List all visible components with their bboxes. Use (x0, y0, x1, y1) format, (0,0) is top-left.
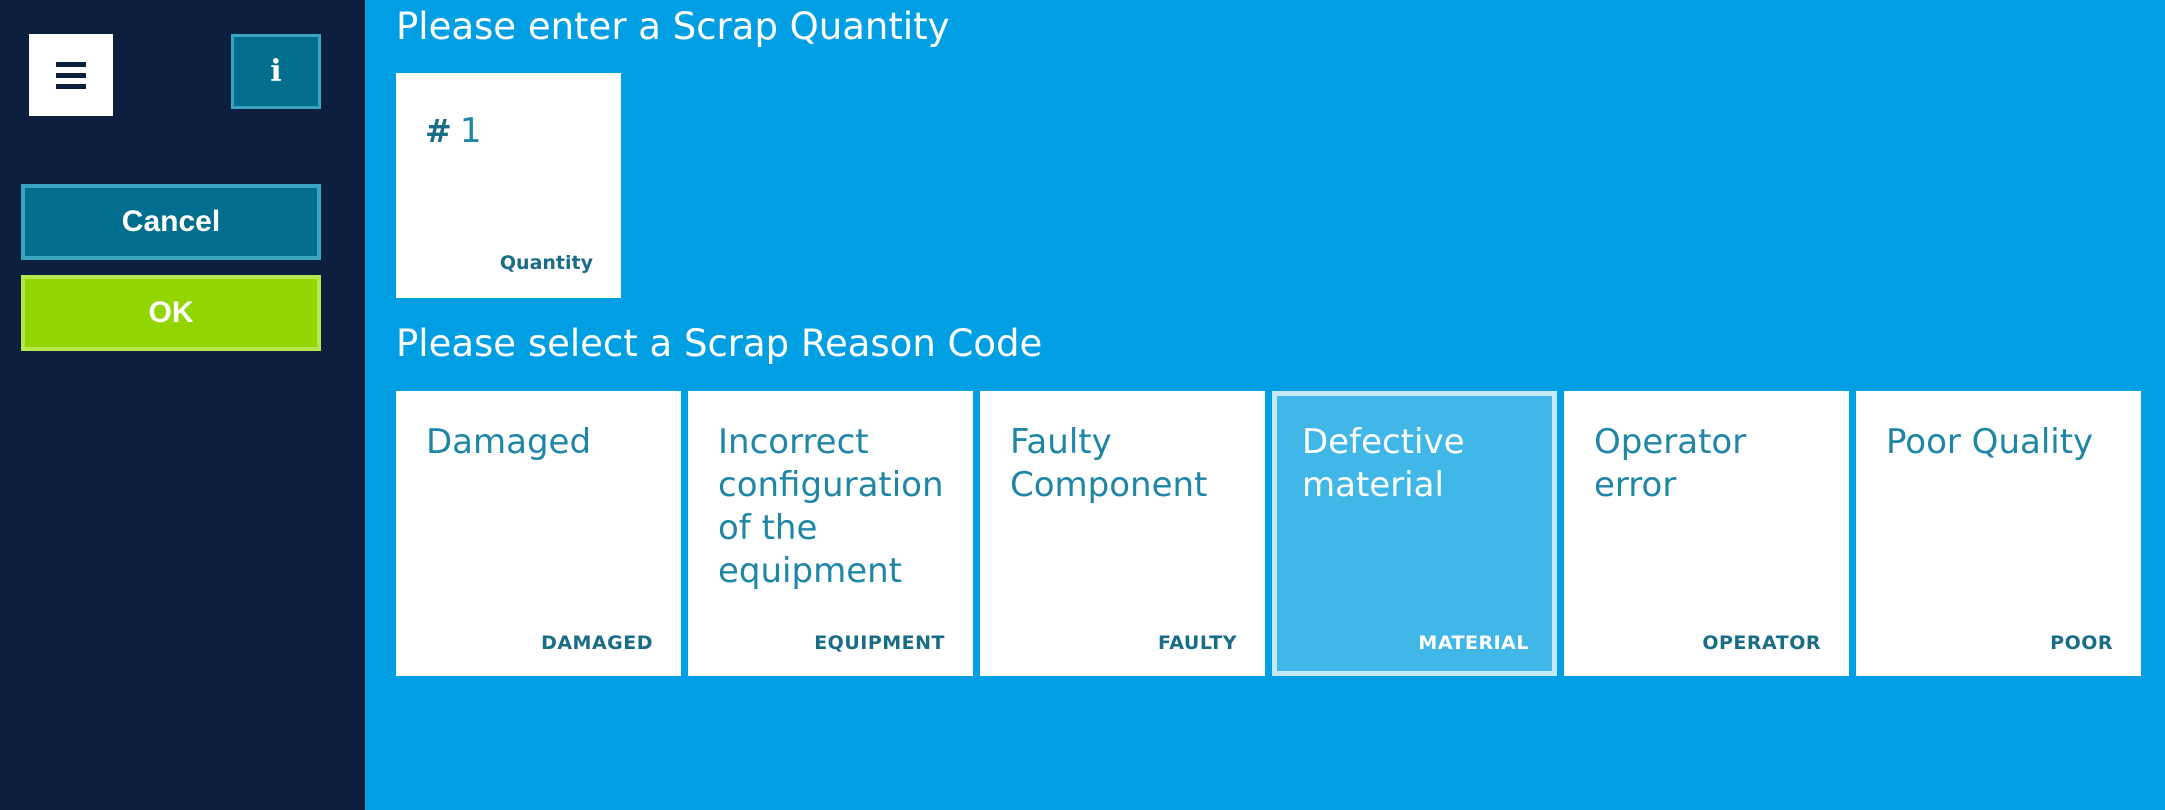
reason-tile-damaged[interactable]: Damaged DAMAGED (396, 391, 681, 676)
reason-tile-poor[interactable]: Poor Quality POOR (1856, 391, 2141, 676)
reason-code: POOR (2050, 632, 2113, 654)
reason-tile-material[interactable]: Defective material MATERIAL (1272, 391, 1557, 676)
hamburger-icon (56, 61, 86, 89)
app-root: i Cancel OK Please enter a Scrap Quantit… (0, 0, 2165, 810)
reason-code: OPERATOR (1702, 632, 1821, 654)
quantity-value: # 1 (425, 111, 481, 151)
reason-tile-operator[interactable]: Operator error OPERATOR (1564, 391, 1849, 676)
reason-code: EQUIPMENT (814, 632, 945, 654)
reason-name: Poor Quality (1886, 422, 2094, 462)
info-icon: i (270, 53, 282, 89)
ok-button[interactable]: OK (21, 275, 321, 351)
quantity-label: Quantity (499, 252, 593, 274)
menu-button[interactable] (29, 34, 113, 116)
quantity-input-tile[interactable]: # 1 Quantity (396, 73, 621, 298)
reason-name: Incorrect configuration of the equipment (718, 422, 944, 591)
reason-name: Defective material (1302, 422, 1465, 505)
reason-code: MATERIAL (1418, 632, 1529, 654)
reason-code: DAMAGED (541, 632, 653, 654)
reason-code: FAULTY (1157, 632, 1237, 654)
reason-tile-equipment[interactable]: Incorrect configuration of the equipment… (688, 391, 973, 676)
hash-icon: # (425, 112, 452, 150)
reason-tile-faulty[interactable]: Faulty Component FAULTY (980, 391, 1265, 676)
reason-code-list: Damaged DAMAGED Incorrect configuration … (396, 391, 2141, 676)
quantity-section-title: Please enter a Scrap Quantity (396, 5, 950, 48)
info-button[interactable]: i (231, 34, 321, 109)
reason-name: Damaged (426, 422, 592, 462)
reason-name: Faulty Component (1010, 422, 1208, 505)
quantity-number: 1 (459, 111, 482, 151)
reason-name: Operator error (1594, 422, 1747, 505)
cancel-button[interactable]: Cancel (21, 184, 321, 260)
sidebar: i Cancel OK (0, 0, 365, 810)
reason-section-title: Please select a Scrap Reason Code (396, 322, 1043, 365)
